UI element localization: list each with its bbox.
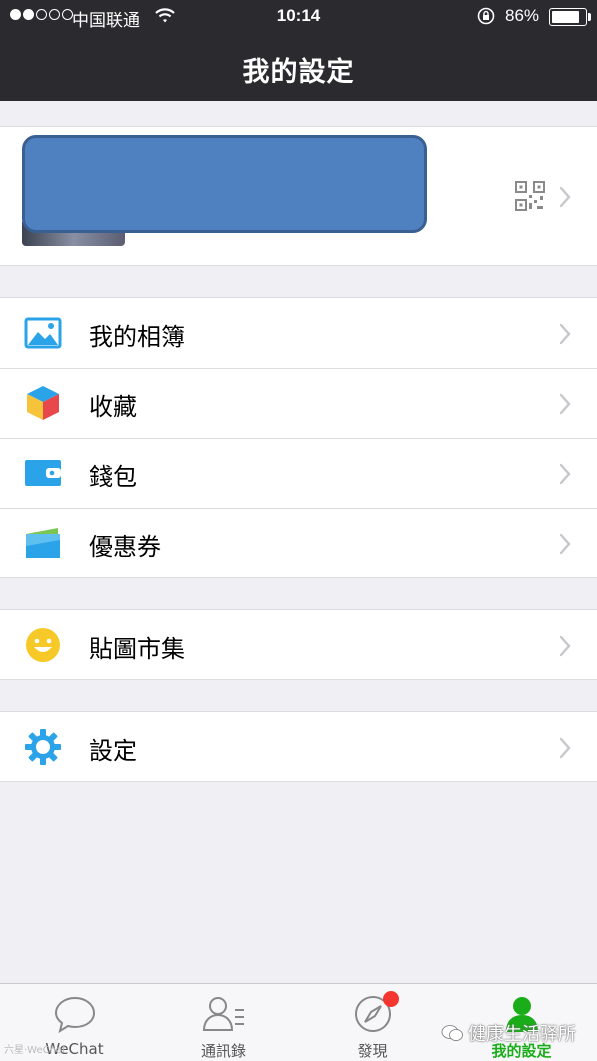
menu-item-label: 貼圖市集 — [89, 635, 185, 663]
menu-item-coupons[interactable]: 優惠券 — [0, 508, 597, 578]
battery-icon — [549, 8, 587, 26]
menu-group-settings: 設定 — [0, 711, 597, 782]
chevron-right-icon — [559, 186, 571, 208]
tab-label: 通訊錄 — [200, 1042, 246, 1060]
menu-item-sticker-market[interactable]: 貼圖市集 — [0, 610, 597, 680]
menu-item-label: 設定 — [89, 737, 137, 765]
chat-bubble-icon — [54, 996, 95, 1034]
watermark-left: 六星·WeChat — [4, 1045, 67, 1056]
qr-code-icon[interactable] — [515, 181, 545, 211]
menu-item-label: 錢包 — [89, 463, 137, 491]
tab-discover[interactable]: 發現 — [298, 984, 447, 1061]
redacted-profile-overlay — [22, 135, 427, 233]
wechat-logo-icon — [441, 1025, 463, 1041]
menu-item-label: 優惠券 — [89, 533, 161, 561]
watermark-text: 健康生活驿所 — [468, 1024, 576, 1045]
watermark-right: 健康生活驿所 — [441, 1020, 576, 1046]
menu-item-album[interactable]: 我的相簿 — [0, 298, 597, 368]
sticker-smiley-icon — [26, 628, 60, 662]
menu-item-label: 收藏 — [89, 393, 137, 421]
status-bar: 中国联通 10:14 86% — [0, 0, 597, 34]
battery-percentage: 86% — [505, 6, 540, 25]
chevron-right-icon — [559, 323, 571, 345]
favorites-cube-icon — [27, 386, 59, 420]
chevron-right-icon — [559, 463, 571, 485]
top-bar: 中国联通 10:14 86% 我的設定 — [0, 0, 597, 101]
menu-group-stickers: 貼圖市集 — [0, 609, 597, 680]
notification-badge — [383, 991, 399, 1007]
coupon-icon — [26, 528, 60, 558]
chevron-right-icon — [559, 635, 571, 657]
rotation-lock-icon — [477, 7, 495, 25]
menu-group-primary: 我的相簿 收藏 錢包 優惠券 — [0, 297, 597, 578]
chevron-right-icon — [559, 533, 571, 555]
photo-album-icon — [24, 317, 62, 349]
tab-contacts[interactable]: 通訊錄 — [149, 984, 298, 1061]
menu-item-settings[interactable]: 設定 — [0, 712, 597, 782]
menu-item-label: 我的相簿 — [89, 323, 185, 351]
tab-label: 發現 — [357, 1042, 388, 1060]
settings-gear-icon — [25, 729, 61, 765]
contacts-icon — [202, 997, 244, 1031]
menu-item-wallet[interactable]: 錢包 — [0, 438, 597, 508]
page-title: 我的設定 — [242, 57, 355, 88]
chevron-right-icon — [559, 393, 571, 415]
menu-item-favorites[interactable]: 收藏 — [0, 368, 597, 438]
chevron-right-icon — [559, 737, 571, 759]
wallet-icon — [25, 460, 61, 486]
battery-tip — [588, 13, 591, 21]
